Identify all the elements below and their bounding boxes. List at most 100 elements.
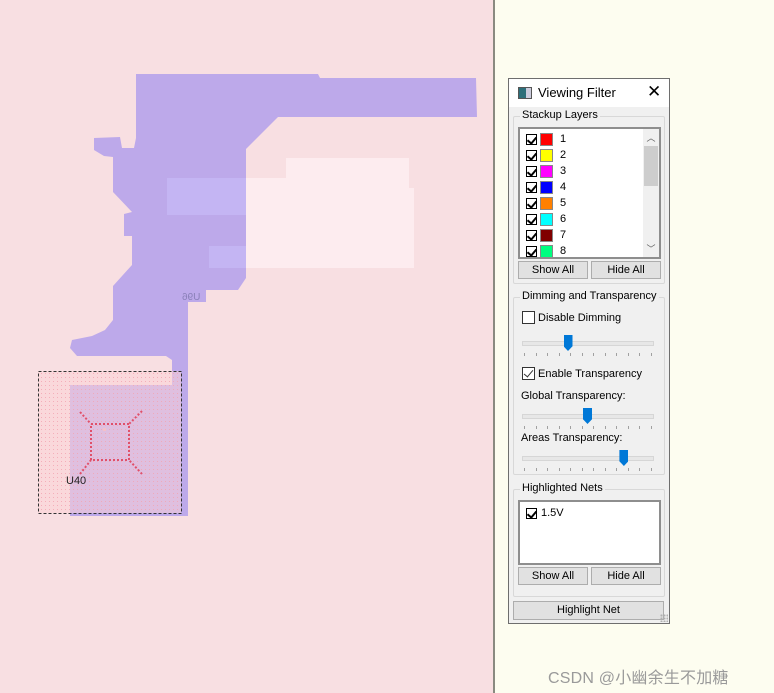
highlighted-nets-list[interactable]: 1.5V [518,500,661,565]
scroll-thumb[interactable] [644,146,658,186]
scroll-down-icon[interactable]: ﹀ [643,242,659,255]
layer-color-swatch[interactable] [540,148,553,162]
slider-tick [627,426,629,429]
slider-thumb[interactable] [619,450,629,466]
group-title: Highlighted Nets [520,482,605,494]
watermark: CSDN @小幽余生不加糖 [548,670,729,687]
layer-color-swatch[interactable] [540,212,553,226]
slider-tick [593,426,594,429]
areas-transparency-slider[interactable] [522,450,654,474]
checkbox[interactable] [522,311,535,324]
component-ref-u96[interactable]: U96 [182,292,200,303]
net-name: 1.5V [541,507,564,519]
layer-color-swatch[interactable] [540,196,553,210]
component-ref-u40[interactable]: U40 [66,475,86,487]
slider-tick [581,468,583,471]
layer-visibility-checkbox[interactable] [526,133,537,145]
pcb-canvas[interactable]: U96 U40 [0,0,493,693]
window-icon [518,87,532,99]
viewing-filter-window: Viewing Filter ✕ Stackup Layers 1 2 3 4 5 6 7 8… [508,78,670,624]
layer-color-swatch[interactable] [540,132,553,146]
layer-name: 5 [560,197,567,209]
global-transparency-slider[interactable] [522,408,654,432]
layer-visibility-checkbox[interactable] [526,229,537,241]
layer-color-swatch[interactable] [540,180,553,194]
slider-thumb[interactable] [563,335,573,351]
slider-tick [593,353,594,356]
nets-show-all-button[interactable]: Show All [518,567,588,585]
slider-tick [570,468,571,471]
u40-center-pad [103,428,106,431]
layer-visibility-checkbox[interactable] [526,245,537,257]
close-icon[interactable]: ✕ [647,82,661,102]
layer-row[interactable]: 3 [526,163,566,179]
slider-tick [581,353,583,356]
global-transparency-label: Global Transparency: [521,390,626,402]
slider-tick [604,426,606,429]
slider-tick [558,353,560,356]
scroll-up-icon[interactable]: ︿ [643,131,659,144]
highlight-net-button[interactable]: Highlight Net [513,601,664,620]
checkbox[interactable] [522,367,535,380]
layer-name: 7 [560,229,567,241]
layer-visibility-checkbox[interactable] [526,165,537,177]
slider-thumb[interactable] [583,408,592,424]
slider-tick [604,353,606,356]
checkbox[interactable] [526,507,537,519]
slider-tick [547,426,548,429]
layer-visibility-checkbox[interactable] [526,149,537,161]
layer-name: 6 [560,213,567,225]
layers-scrollbar[interactable]: ︿ ﹀ [643,129,659,257]
slider-track[interactable] [522,341,654,346]
slider-tick [627,353,629,356]
slider-tick [639,353,640,356]
layer-name: 4 [560,181,567,193]
slider-tick [616,468,617,471]
slider-tick [535,468,537,471]
slider-tick [627,468,629,471]
dimming-slider[interactable] [522,335,654,359]
slider-tick [558,426,560,429]
slider-tick [650,426,652,429]
layer-row[interactable]: 2 [526,147,566,163]
u40-footprint-hatch [38,371,181,513]
enable-transparency-checkbox[interactable]: Enable Transparency [522,367,642,380]
layer-color-swatch[interactable] [540,244,553,257]
slider-tick [524,426,525,429]
nets-hide-all-button[interactable]: Hide All [591,567,661,585]
slider-tick [535,426,537,429]
slider-tick [547,353,548,356]
layer-name: 3 [560,165,567,177]
layer-color-swatch[interactable] [540,228,553,242]
layer-name: 2 [560,149,567,161]
slider-ticks [522,426,652,430]
group-title: Dimming and Transparency [520,290,659,302]
resize-grip[interactable] [660,614,668,622]
layer-row[interactable]: 8 [526,243,566,257]
pcb-layout [38,74,477,516]
layer-row[interactable]: 6 [526,211,566,227]
slider-ticks [522,468,652,472]
layer-color-swatch[interactable] [540,164,553,178]
net-item[interactable]: 1.5V [526,505,564,521]
layer-row[interactable]: 5 [526,195,566,211]
layer-row[interactable]: 7 [526,227,566,243]
layers-hide-all-button[interactable]: Hide All [591,261,661,279]
layers-show-all-button[interactable]: Show All [518,261,588,279]
layer-row[interactable]: 4 [526,179,566,195]
stackup-layers-list[interactable]: 1 2 3 4 5 6 7 8 ︿ ﹀ [518,127,661,259]
layer-visibility-checkbox[interactable] [526,197,537,209]
disable-dimming-label: Disable Dimming [538,311,622,324]
slider-tick [524,353,525,356]
slider-track[interactable] [522,456,654,461]
layer-visibility-checkbox[interactable] [526,213,537,225]
slider-tick [524,468,525,471]
layer-visibility-checkbox[interactable] [526,181,537,193]
title-bar[interactable]: Viewing Filter ✕ [509,79,669,107]
slider-tick [639,468,640,471]
slider-tick [570,426,571,429]
areas-transparency-label: Areas Transparency: [521,432,623,444]
disable-dimming-checkbox[interactable]: Disable Dimming [522,311,621,324]
layer-name: 1 [560,133,567,145]
layer-row[interactable]: 1 [526,131,566,147]
